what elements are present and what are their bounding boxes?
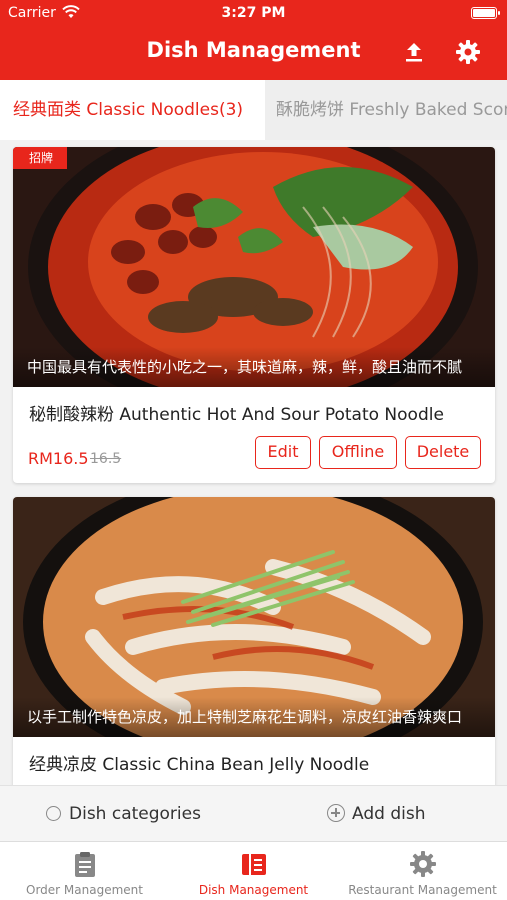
tab-label: Dish Management [198,883,309,897]
signature-badge: 招牌 [13,147,68,169]
dish-list[interactable]: 招牌 中国最具有代表性的小吃之一，其味道麻，辣，鲜，酸且油而不腻 秘制酸辣粉 A… [0,140,507,785]
add-dish-label: Add dish [352,804,426,824]
dish-card[interactable]: 招牌 中国最具有代表性的小吃之一，其味道麻，辣，鲜，酸且油而不腻 秘制酸辣粉 A… [13,147,495,483]
dish-price: RM16.5 [28,449,89,468]
tab-label: Order Management [26,883,143,897]
gear-icon [410,851,436,877]
category-tabs: 经典面类 Classic Noodles(3) 酥脆烤饼 Freshly Bak… [0,80,507,140]
tab-label: Restaurant Management [348,883,497,897]
tab-bar: Order Management Dish Management Restaur… [0,841,507,900]
tab-classic-noodles[interactable]: 经典面类 Classic Noodles(3) [0,80,265,140]
dish-name: 秘制酸辣粉 Authentic Hot And Sour Potato Nood… [29,405,444,425]
dish-original-price: 16.5 [90,451,122,467]
app-header: Carrier 3:27 PM Dish Management [0,0,507,80]
battery-icon [471,7,500,19]
tab-restaurant-management[interactable]: Restaurant Management [338,842,507,900]
tab-order-management[interactable]: Order Management [0,842,169,900]
bottom-action-bar: Dish categories Add dish [0,785,507,841]
delete-button[interactable]: Delete [405,436,481,469]
tab-dish-management[interactable]: Dish Management [169,842,338,900]
radio-circle-icon [46,806,61,821]
edit-button[interactable]: Edit [255,436,311,469]
status-bar: Carrier 3:27 PM [0,0,507,28]
dish-card[interactable]: 以手工制作特色凉皮，加上特制芝麻花生调料，凉皮红油香辣爽口 经典凉皮 Class… [13,497,495,785]
settings-gear-icon[interactable] [455,39,481,65]
dish-description: 中国最具有代表性的小吃之一，其味道麻，辣，鲜，酸且油而不腻 [13,347,495,387]
dish-categories-label: Dish categories [69,804,201,824]
page-title: Dish Management [146,38,361,62]
dish-categories-button[interactable]: Dish categories [46,786,201,842]
dish-photo: 招牌 中国最具有代表性的小吃之一，其味道麻，辣，鲜，酸且油而不腻 [13,147,495,387]
offline-button[interactable]: Offline [319,436,397,469]
dish-photo: 以手工制作特色凉皮，加上特制芝麻花生调料，凉皮红油香辣爽口 [13,497,495,737]
book-icon [242,854,266,875]
upload-icon[interactable] [402,40,426,64]
dish-description: 以手工制作特色凉皮，加上特制芝麻花生调料，凉皮红油香辣爽口 [13,697,495,737]
dish-name: 经典凉皮 Classic China Bean Jelly Noodle [29,755,370,775]
add-dish-button[interactable]: Add dish [327,786,425,842]
clipboard-icon [75,852,95,877]
tab-baked-scones[interactable]: 酥脆烤饼 Freshly Baked Scones [276,80,507,140]
clock: 3:27 PM [221,5,286,21]
add-circle-icon [327,804,345,822]
